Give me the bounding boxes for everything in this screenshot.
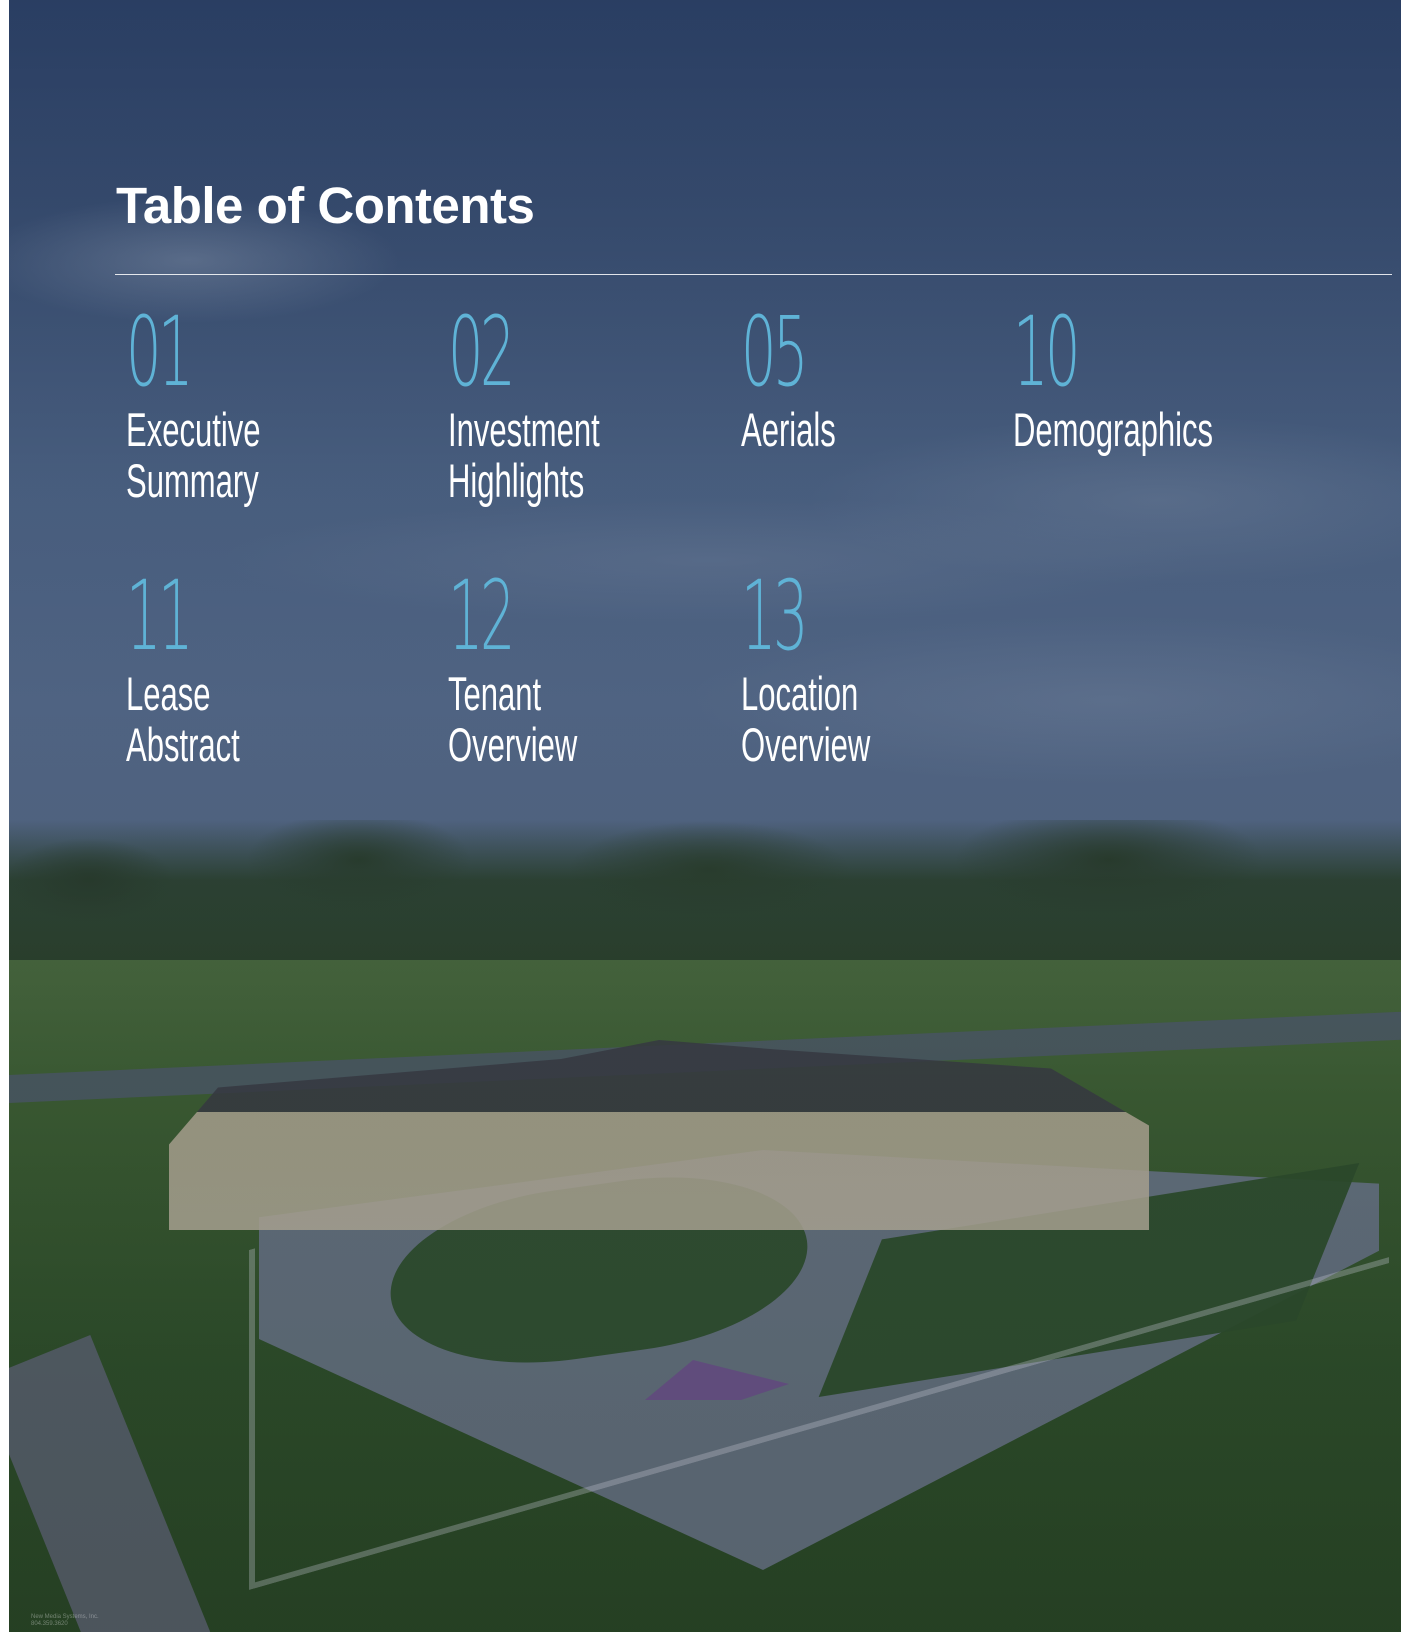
photo-credit-line: New Media Systems, Inc. — [31, 1614, 99, 1620]
section-label: Demographics — [1013, 404, 1290, 455]
toc-entry-location-overview[interactable]: 13 Location Overview — [741, 560, 1161, 770]
section-number: 10 — [1013, 296, 1080, 408]
photo-credit-line: 804.359.3620 — [31, 1621, 68, 1627]
toc-page: New Media Systems, Inc. 804.359.3620 — [9, 0, 1401, 1632]
section-number: 11 — [126, 560, 193, 672]
section-label-line: Abstract — [126, 718, 240, 771]
section-number: 12 — [448, 560, 515, 672]
page-title: Table of Contents — [116, 177, 535, 234]
photo-overlay — [9, 0, 1401, 1632]
section-label-line: Highlights — [448, 454, 585, 507]
section-number: 01 — [126, 296, 193, 408]
photo-credit: New Media Systems, Inc. 804.359.3620 — [31, 1614, 151, 1628]
section-label: Investment Highlights — [448, 404, 725, 506]
section-label-line: Aerials — [741, 403, 836, 456]
section-number: 05 — [741, 296, 808, 408]
section-label-line: Investment — [448, 403, 600, 456]
section-label: Executive Summary — [126, 404, 403, 506]
section-label-line: Lease — [126, 667, 211, 720]
section-number: 13 — [741, 560, 808, 672]
section-label-line: Overview — [741, 718, 871, 771]
section-label: Lease Abstract — [126, 668, 403, 770]
section-label-line: Executive — [126, 403, 261, 456]
section-label-line: Tenant — [448, 667, 542, 720]
title-divider — [115, 274, 1392, 275]
section-label-line: Summary — [126, 454, 259, 507]
section-label-line: Overview — [448, 718, 578, 771]
section-label: Aerials — [741, 404, 1018, 455]
section-label: Location Overview — [741, 668, 1018, 770]
toc-entry-demographics[interactable]: 10 Demographics — [1013, 296, 1401, 455]
section-label-line: Location — [741, 667, 859, 720]
section-label: Tenant Overview — [448, 668, 725, 770]
section-label-line: Demographics — [1013, 403, 1214, 456]
section-number: 02 — [448, 296, 515, 408]
